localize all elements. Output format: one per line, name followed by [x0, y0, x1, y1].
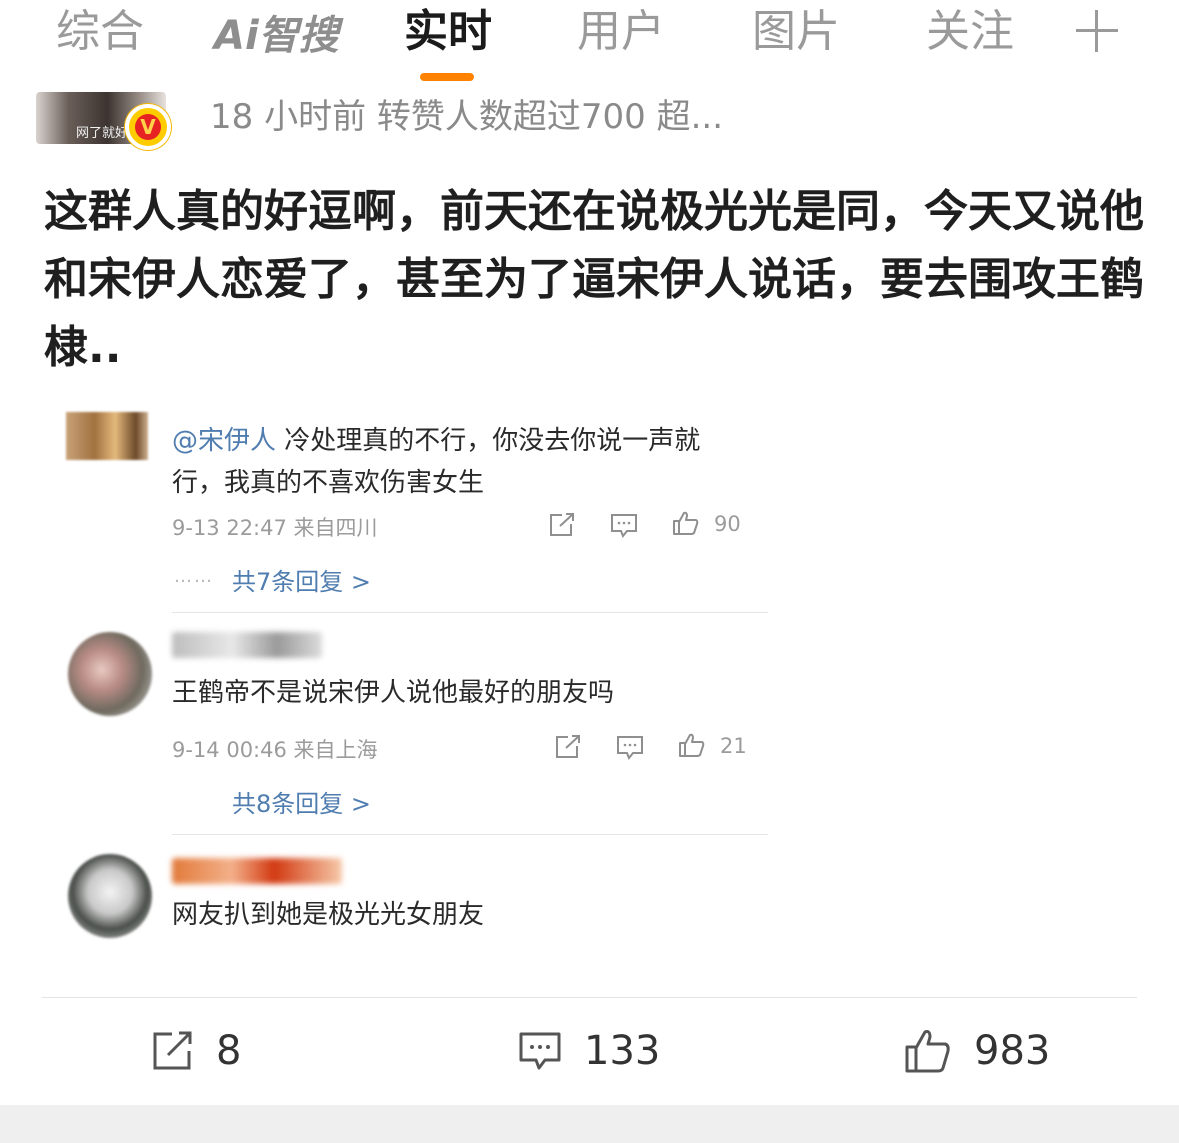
commenter-avatar: [68, 854, 152, 938]
comment-icon: [617, 736, 643, 760]
like-icon: [673, 511, 699, 535]
comment-icon: [519, 1032, 561, 1070]
repost-button[interactable]: 8: [150, 1028, 241, 1074]
repost-icon: [153, 1031, 192, 1070]
comment-text: 网友扒到她是极光光女朋友: [172, 900, 485, 930]
reply-dots: ……: [174, 566, 214, 587]
view-replies-link: 共7条回复 >: [232, 568, 372, 596]
like-icon: [905, 1030, 950, 1073]
like-icon: [679, 733, 705, 757]
tab-ai-search[interactable]: Ai智搜: [214, 10, 339, 62]
commenter-avatar: [66, 412, 148, 460]
blurred-username: [172, 632, 322, 658]
verified-badge-icon: V: [125, 104, 171, 150]
mention-link: @宋伊人: [172, 426, 277, 456]
comment-button[interactable]: 133: [518, 1028, 660, 1074]
comment-like-count: 21: [720, 734, 747, 758]
next-post-separator: [0, 1105, 1179, 1143]
tab-realtime[interactable]: 实时: [404, 6, 492, 58]
comment-meta: 9-14 00:46 来自上海: [172, 738, 378, 762]
share-icon: [556, 735, 580, 758]
comment-icon: [611, 514, 637, 538]
avatar-watermark-text: 网了就好: [76, 126, 129, 141]
comment-divider: [172, 612, 768, 613]
commenter-avatar: [68, 632, 152, 716]
view-replies-link: 共8条回复 >: [232, 790, 372, 818]
active-tab-indicator: [420, 73, 474, 81]
share-icon: [550, 513, 574, 536]
action-bar-divider: [42, 997, 1137, 998]
comment-meta: 9-13 22:47 来自四川: [172, 516, 378, 540]
search-tab-bar: 综合 Ai智搜 实时 用户 图片 关注: [0, 0, 1179, 88]
embedded-comment-screenshot[interactable]: @宋伊人 冷处理真的不行，你没去你说一声就行，我真的不喜欢伤害女生 9-13 2…: [40, 398, 800, 960]
comment-text: 王鹤帝不是说宋伊人说他最好的朋友吗: [172, 678, 615, 708]
comment-count: 133: [584, 1028, 661, 1074]
like-count: 983: [974, 1028, 1051, 1074]
tab-images[interactable]: 图片: [752, 6, 840, 58]
comment-like-count: 90: [714, 512, 741, 536]
repost-count: 8: [216, 1028, 242, 1074]
post-text[interactable]: 这群人真的好逗啊，前天还在说极光光是同，今天又说他和宋伊人恋爱了，甚至为了逼宋伊…: [44, 178, 1144, 382]
tab-comprehensive[interactable]: 综合: [56, 6, 144, 58]
blurred-username: [172, 858, 342, 884]
tab-users[interactable]: 用户: [577, 6, 665, 58]
comment-divider: [172, 834, 768, 835]
like-button[interactable]: 983: [904, 1028, 1050, 1074]
tab-following[interactable]: 关注: [926, 6, 1014, 58]
add-tab-icon[interactable]: [1074, 8, 1120, 54]
comment-text: @宋伊人 冷处理真的不行，你没去你说一声就行，我真的不喜欢伤害女生: [172, 426, 701, 498]
post-meta: 18 小时前 转赞人数超过700 超...: [210, 97, 724, 137]
